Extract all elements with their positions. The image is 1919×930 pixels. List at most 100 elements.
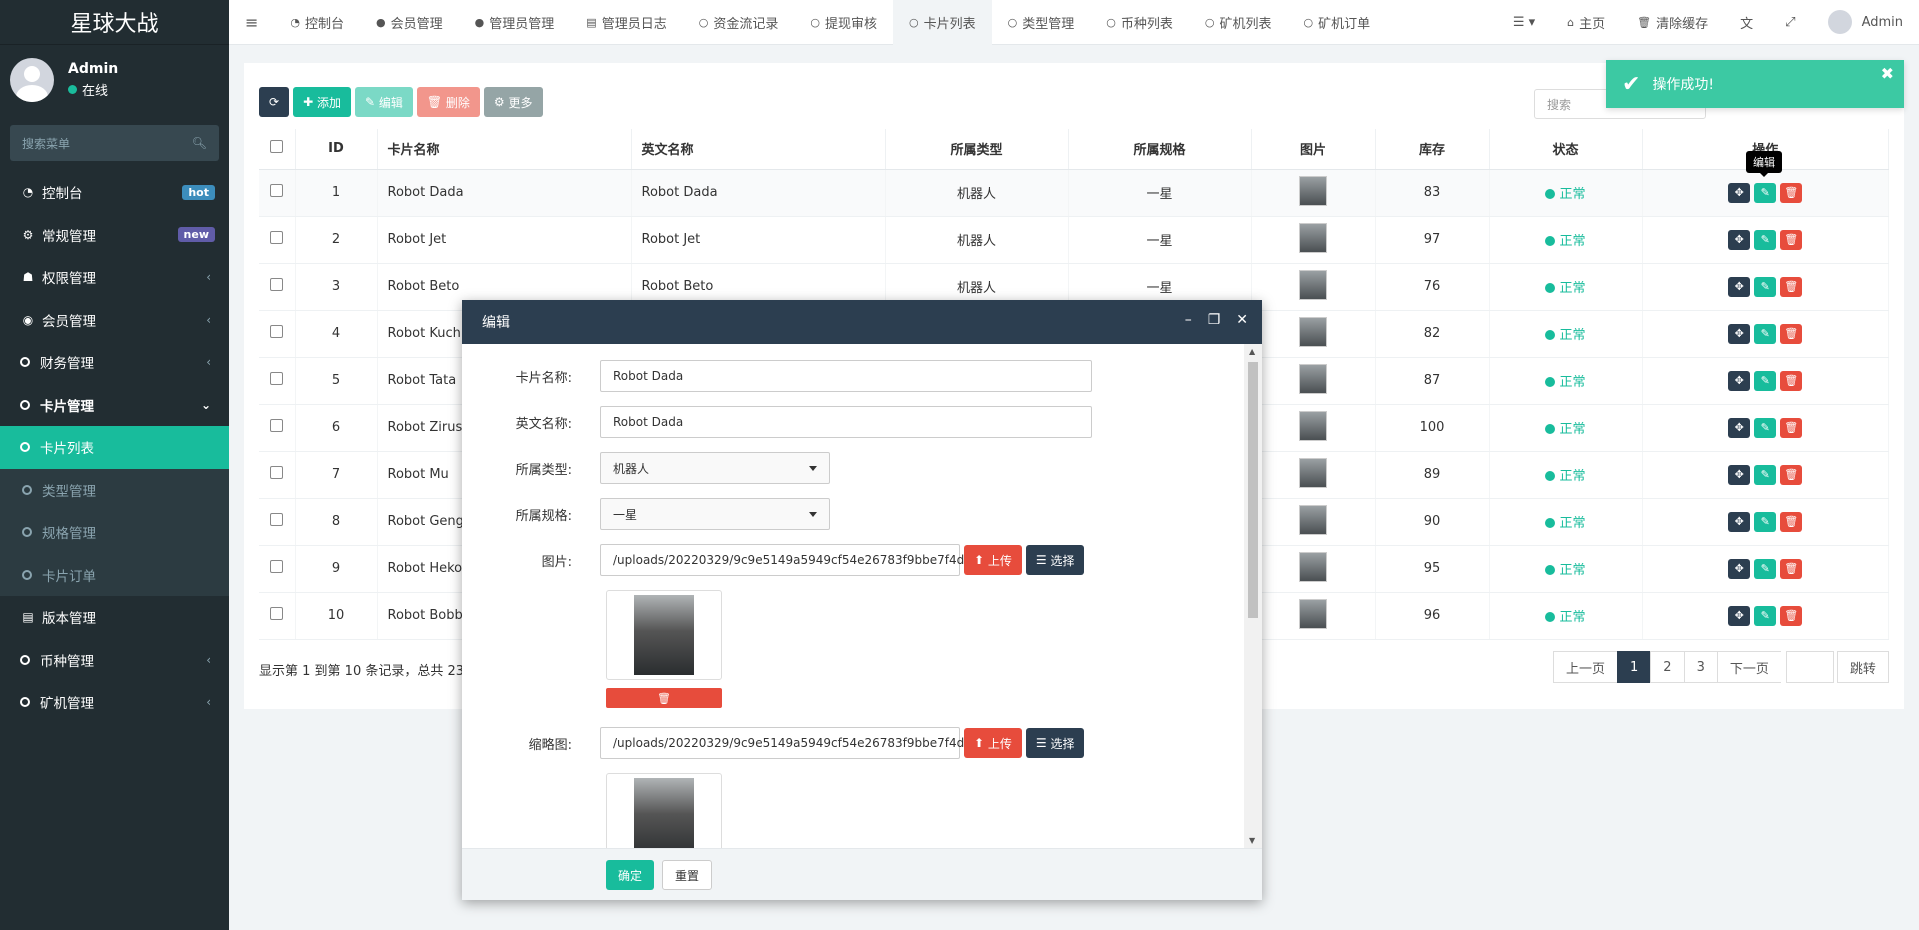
drag-move-icon[interactable]: ✥ (1728, 558, 1751, 579)
fullscreen-icon[interactable]: ⤢ (1769, 0, 1811, 45)
sidebar-item-finance[interactable]: 财务管理 ‹ (0, 341, 229, 384)
thumb-preview[interactable] (606, 773, 722, 848)
sidebar-item-general[interactable]: ⚙ 常规管理 new (0, 214, 229, 257)
row-checkbox[interactable] (259, 498, 296, 546)
sidebar-item-currency[interactable]: 币种管理 ‹ (0, 639, 229, 682)
tab-card-list[interactable]: ○ 卡片列表 (892, 0, 992, 45)
robot-thumbnail[interactable] (1299, 551, 1327, 582)
status-badge[interactable]: 正常 (1545, 516, 1585, 531)
header-status[interactable]: 状态 (1489, 129, 1643, 170)
table-row[interactable]: 1 Robot Dada Robot Dada 机器人 一星 83 正常 ✥ ✎ 🗑︎ (259, 169, 1889, 217)
tab-miner[interactable]: ○ 矿机列表 (1189, 0, 1288, 45)
maximize-icon[interactable]: ❐ (1208, 312, 1221, 328)
modal-header[interactable]: 编辑 – ❐ ✕ (462, 300, 1262, 344)
scroll-down-icon[interactable]: ▼ (1249, 836, 1255, 845)
close-icon[interactable]: ✖ (1881, 64, 1894, 83)
tab-admin-log[interactable]: ▤ 管理员日志 (570, 0, 682, 45)
drag-move-icon[interactable]: ✥ (1728, 229, 1751, 250)
admin-menu[interactable]: Admin (1812, 0, 1919, 45)
page-2[interactable]: 2 (1650, 651, 1685, 683)
page-3[interactable]: 3 (1683, 651, 1718, 683)
modal-scrollbar[interactable]: ▲ ▼ (1244, 344, 1262, 848)
header-type[interactable]: 所属类型 (885, 129, 1069, 170)
prev-page-button[interactable]: 上一页 (1553, 651, 1619, 683)
tab-currency[interactable]: ○ 币种列表 (1090, 0, 1189, 45)
sidebar-item-version[interactable]: ▤ 版本管理 (0, 596, 229, 639)
thumb-upload-button[interactable]: ⬆ 上传 (964, 728, 1022, 758)
delete-button[interactable]: 🗑︎ 删除 (416, 87, 480, 117)
nav-dropdown-icon[interactable]: ☰ ▾ (1497, 0, 1551, 45)
sidebar-item-member[interactable]: ◉ 会员管理 ‹ (0, 299, 229, 342)
edit-pencil-icon[interactable]: ✎ (1754, 182, 1777, 203)
confirm-button[interactable]: 确定 (606, 860, 655, 890)
drag-move-icon[interactable]: ✥ (1728, 417, 1751, 438)
image-choose-button[interactable]: ☰ 选择 (1025, 545, 1085, 575)
page-jump-input[interactable] (1785, 651, 1834, 683)
row-checkbox[interactable] (259, 451, 296, 499)
sidebar-item-spec[interactable]: 规格管理 (0, 511, 229, 554)
jump-button[interactable]: 跳转 (1836, 651, 1889, 683)
image-path-input[interactable]: /uploads/20220329/9c9e5149a5949cf54e2678… (600, 544, 987, 576)
add-button[interactable]: ✚ 添加 (293, 87, 351, 117)
en-name-input[interactable]: Robot Dada (600, 406, 1092, 438)
spec-select[interactable]: 一星 (600, 498, 830, 530)
robot-thumbnail[interactable] (1299, 222, 1327, 253)
row-checkbox[interactable] (259, 169, 296, 217)
sidebar-item-auth[interactable]: ☗ 权限管理 ‹ (0, 256, 229, 299)
drag-move-icon[interactable]: ✥ (1728, 182, 1751, 203)
image-preview[interactable] (606, 590, 722, 680)
row-checkbox[interactable] (259, 263, 296, 311)
edit-pencil-icon[interactable]: ✎ (1754, 229, 1777, 250)
scroll-thumb[interactable] (1248, 362, 1258, 618)
status-badge[interactable]: 正常 (1545, 375, 1585, 390)
brand-logo[interactable]: 星球大战 (0, 0, 229, 45)
robot-thumbnail[interactable] (1299, 316, 1327, 347)
delete-trash-icon[interactable]: 🗑︎ (1780, 464, 1803, 485)
row-checkbox[interactable] (259, 216, 296, 264)
thumb-path-input[interactable]: /uploads/20220329/9c9e5149a5949cf54e2678… (600, 727, 987, 759)
robot-thumbnail[interactable] (1299, 598, 1327, 629)
sidebar-item-miner[interactable]: 矿机管理 ‹ (0, 681, 229, 724)
tab-miner-order[interactable]: ○ 矿机订单 (1287, 0, 1386, 45)
status-badge[interactable]: 正常 (1545, 234, 1585, 249)
drag-move-icon[interactable]: ✥ (1728, 464, 1751, 485)
close-icon[interactable]: ✕ (1236, 312, 1248, 328)
edit-pencil-icon[interactable]: ✎ (1754, 558, 1777, 579)
image-upload-button[interactable]: ⬆ 上传 (964, 545, 1022, 575)
row-checkbox[interactable] (259, 310, 296, 358)
more-button[interactable]: ⚙ 更多 (483, 87, 543, 117)
delete-trash-icon[interactable]: 🗑︎ (1780, 323, 1803, 344)
select-all-checkbox[interactable] (259, 129, 296, 170)
language-icon[interactable]: 文 (1724, 0, 1769, 45)
status-badge[interactable]: 正常 (1545, 563, 1585, 578)
robot-thumbnail[interactable] (1299, 363, 1327, 394)
page-1[interactable]: 1 (1617, 651, 1652, 683)
robot-thumbnail[interactable] (1299, 269, 1327, 300)
robot-thumbnail[interactable] (1299, 410, 1327, 441)
sidebar-item-card-list[interactable]: 卡片列表 (0, 426, 229, 469)
minimize-icon[interactable]: – (1185, 312, 1192, 328)
edit-pencil-icon[interactable]: ✎ (1754, 323, 1777, 344)
row-checkbox[interactable] (259, 545, 296, 593)
drag-move-icon[interactable]: ✥ (1728, 323, 1751, 344)
edit-pencil-icon[interactable]: ✎ (1754, 511, 1777, 532)
reset-button[interactable]: 重置 (662, 860, 713, 890)
thumb-choose-button[interactable]: ☰ 选择 (1025, 728, 1085, 758)
delete-trash-icon[interactable]: 🗑︎ (1780, 229, 1803, 250)
row-checkbox[interactable] (259, 404, 296, 452)
status-badge[interactable]: 正常 (1545, 281, 1585, 296)
menu-toggle-icon[interactable]: ≡ (229, 0, 274, 45)
header-en[interactable]: 英文名称 (631, 129, 886, 170)
edit-button[interactable]: ✎ 编辑 (354, 87, 413, 117)
delete-trash-icon[interactable]: 🗑︎ (1780, 511, 1803, 532)
edit-pencil-icon[interactable]: ✎ (1754, 370, 1777, 391)
drag-move-icon[interactable]: ✥ (1728, 276, 1751, 297)
status-badge[interactable]: 正常 (1545, 328, 1585, 343)
type-select[interactable]: 机器人 (600, 452, 830, 484)
edit-pencil-icon[interactable]: ✎ (1754, 276, 1777, 297)
robot-thumbnail[interactable] (1299, 504, 1327, 535)
delete-trash-icon[interactable]: 🗑︎ (1780, 558, 1803, 579)
status-badge[interactable]: 正常 (1545, 469, 1585, 484)
header-stock[interactable]: 库存 (1375, 129, 1490, 170)
delete-trash-icon[interactable]: 🗑︎ (1780, 605, 1803, 626)
